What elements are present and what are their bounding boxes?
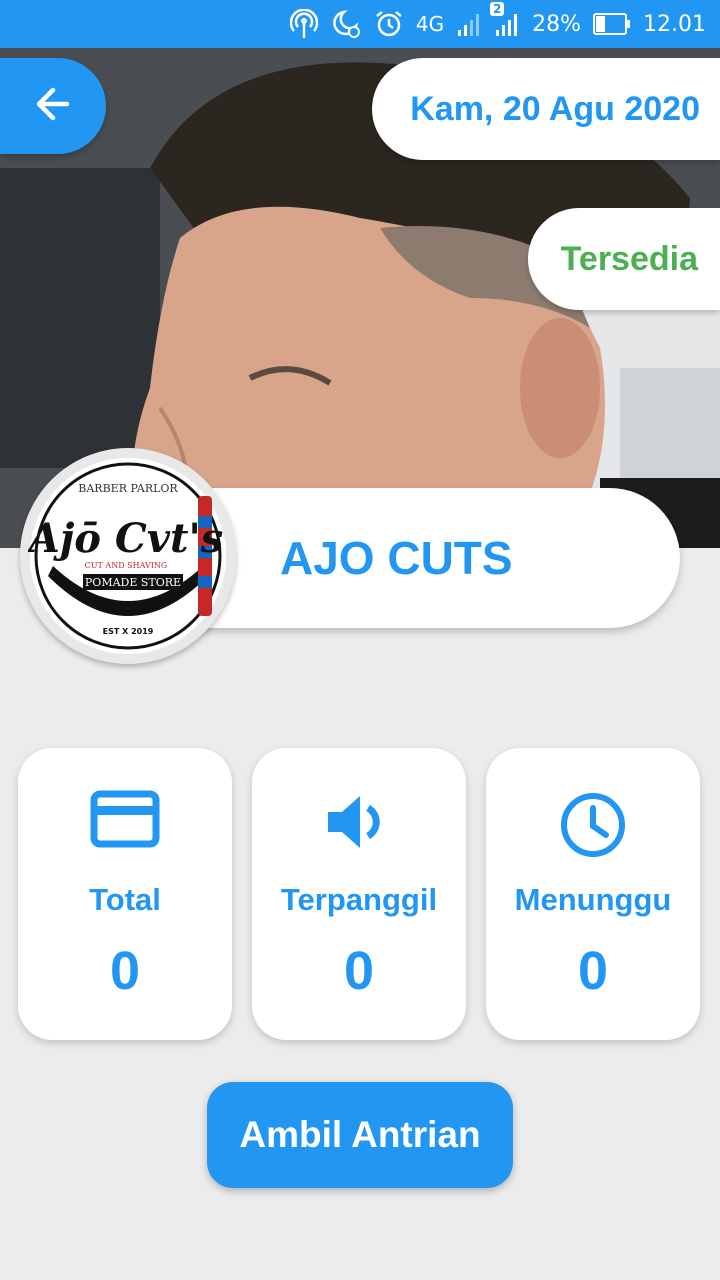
- availability-text: Tersedia: [560, 239, 698, 278]
- dnd-moon-icon: [330, 9, 362, 39]
- signal-1-icon: [456, 10, 482, 38]
- alarm-icon: [374, 9, 404, 39]
- signal-2-icon: 2: [490, 2, 520, 38]
- logo-main-text: Ajō Cvt's: [28, 515, 223, 562]
- stat-card-waiting: Menunggu 0: [486, 748, 700, 1040]
- sim-badge: 2: [490, 2, 505, 16]
- back-button[interactable]: [0, 58, 106, 154]
- date-text: Kam, 20 Agu 2020: [410, 89, 700, 128]
- shop-name-card: AJO CUTS: [180, 488, 680, 628]
- stat-card-called: Terpanggil 0: [252, 748, 466, 1040]
- stat-label: Terpanggil: [280, 882, 438, 917]
- logo-banner-text: POMADE STORE: [85, 576, 181, 589]
- stat-value: 0: [577, 941, 609, 1001]
- shop-name: AJO CUTS: [280, 532, 513, 584]
- take-queue-label: Ambil Antrian: [239, 1114, 481, 1155]
- stat-label: Menunggu: [514, 882, 672, 917]
- shop-logo: BARBER PARLOR Ajō Cvt's CUT AND SHAVING …: [20, 448, 236, 664]
- credit-card-icon: [18, 790, 232, 862]
- clock-time: 12.01: [643, 11, 706, 37]
- logo-top-text: BARBER PARLOR: [78, 482, 178, 495]
- stat-card-total: Total 0: [18, 748, 232, 1040]
- logo-sub-text: CUT AND SHAVING: [85, 561, 168, 570]
- arrow-left-icon: [33, 84, 73, 129]
- stat-value: 0: [343, 941, 375, 1001]
- battery-icon: [593, 13, 631, 35]
- availability-badge: Tersedia: [528, 208, 720, 310]
- network-type: 4G: [415, 12, 445, 36]
- date-badge: Kam, 20 Agu 2020: [372, 58, 720, 160]
- clock-icon: [486, 790, 700, 862]
- speaker-icon: [252, 790, 466, 862]
- hotspot-icon: [289, 9, 318, 39]
- stat-label: Total: [89, 882, 161, 917]
- logo-est-text: EST X 2019: [103, 627, 154, 636]
- battery-percent: 28%: [532, 11, 582, 37]
- stat-value: 0: [109, 941, 141, 1001]
- take-queue-button[interactable]: Ambil Antrian: [207, 1082, 513, 1188]
- status-bar: 4G 2 28% 12.01: [0, 0, 720, 48]
